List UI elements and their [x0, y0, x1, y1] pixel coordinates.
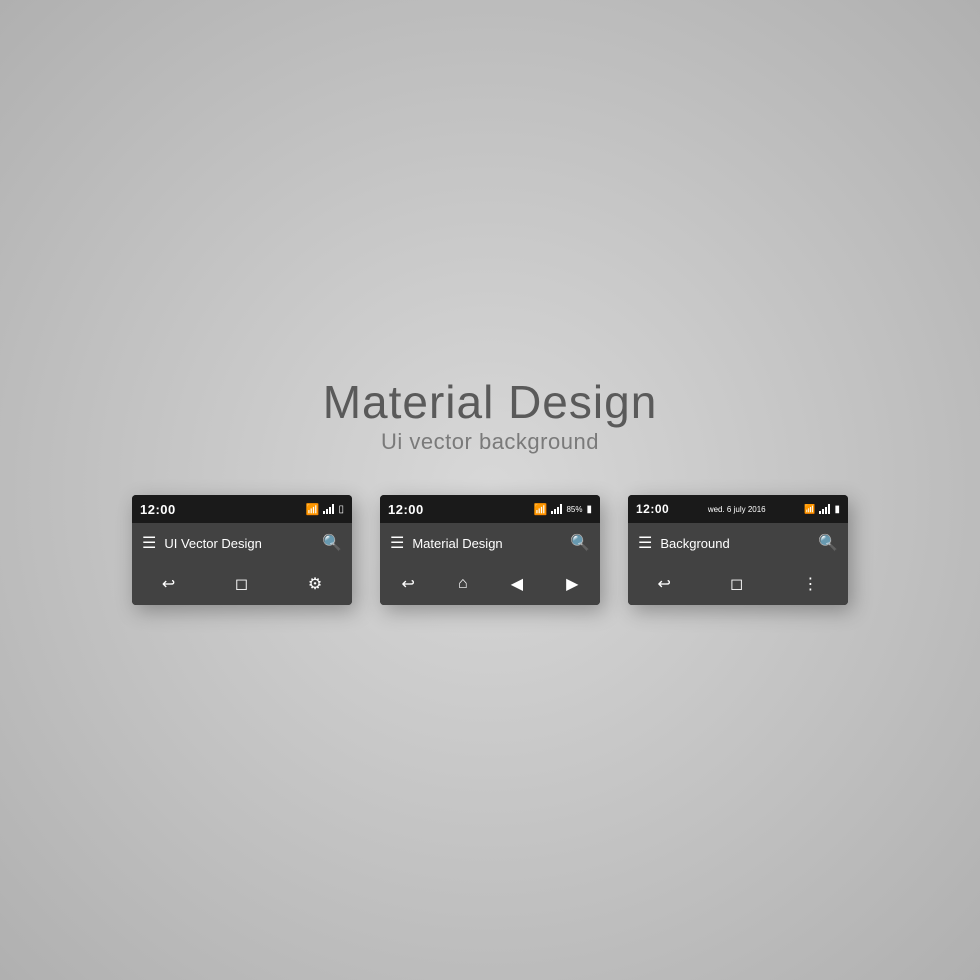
signal-bar-1 — [323, 511, 325, 514]
search-icon-2[interactable]: 🔍 — [570, 533, 590, 553]
signal-bar-2 — [822, 509, 824, 514]
phone-1-nav-bar: ↩ ◻ ⚙ — [132, 563, 352, 605]
signal-bars-icon-3 — [819, 504, 830, 514]
signal-bars-icon — [323, 504, 334, 514]
phone-icon: ▯ — [338, 504, 344, 515]
phones-container: 12:00 📶 ▯ ☰ UI Vector Design 🔍 — [132, 495, 848, 605]
sub-title: Ui vector background — [323, 429, 658, 455]
phone-2-status-bar: 12:00 📶 85% ▮ — [380, 495, 600, 523]
signal-bars-icon-2 — [551, 504, 562, 514]
phone-3-app-bar: ☰ Background 🔍 — [628, 523, 848, 563]
back-icon-3[interactable]: ↩ — [658, 574, 671, 594]
signal-bar-4 — [828, 504, 830, 514]
signal-bar-1 — [819, 511, 821, 514]
back-icon[interactable]: ↩ — [162, 574, 175, 594]
menu-icon[interactable]: ☰ — [142, 533, 156, 553]
search-icon-3[interactable]: 🔍 — [818, 533, 838, 553]
header-section: Material Design Ui vector background — [323, 375, 658, 455]
signal-bar-1 — [551, 511, 553, 514]
home-icon[interactable]: ⌂ — [458, 575, 468, 593]
signal-bar-4 — [332, 504, 334, 514]
signal-bar-2 — [326, 509, 328, 514]
wifi-icon-3: 📶 — [804, 504, 815, 515]
phone-2-app-bar: ☰ Material Design 🔍 — [380, 523, 600, 563]
battery-label: 85% — [566, 505, 582, 514]
settings-icon[interactable]: ⚙ — [308, 574, 322, 594]
phone-2-nav-bar: ↩ ⌂ ◀ ▶ — [380, 563, 600, 605]
phone-3-app-title: Background — [660, 536, 810, 551]
phone-2-app-title: Material Design — [412, 536, 562, 551]
phone-3: 12:00 wed. 6 july 2016 📶 ▮ ☰ Background … — [628, 495, 848, 605]
phone-1: 12:00 📶 ▯ ☰ UI Vector Design 🔍 — [132, 495, 352, 605]
signal-bar-3 — [329, 507, 331, 514]
phone-2-time: 12:00 — [388, 502, 424, 517]
wifi-icon: 📶 — [306, 503, 320, 516]
phone-3-status-bar: 12:00 wed. 6 july 2016 📶 ▮ — [628, 495, 848, 523]
back-icon-2[interactable]: ↩ — [402, 574, 415, 594]
square-icon[interactable]: ◻ — [235, 574, 248, 594]
battery-icon-3: ▮ — [834, 504, 840, 515]
phone-1-time: 12:00 — [140, 502, 176, 517]
signal-bar-4 — [560, 504, 562, 514]
square-icon-3[interactable]: ◻ — [730, 574, 743, 594]
phone-1-status-bar: 12:00 📶 ▯ — [132, 495, 352, 523]
phone-1-app-title: UI Vector Design — [164, 536, 314, 551]
phone-1-status-icons: 📶 ▯ — [306, 503, 344, 516]
phone-1-app-bar: ☰ UI Vector Design 🔍 — [132, 523, 352, 563]
signal-bar-3 — [557, 507, 559, 514]
menu-icon-3[interactable]: ☰ — [638, 533, 652, 553]
phone-3-nav-bar: ↩ ◻ ⋮ — [628, 563, 848, 605]
main-title: Material Design — [323, 375, 658, 429]
phone-3-date: wed. 6 july 2016 — [708, 505, 766, 514]
menu-icon-2[interactable]: ☰ — [390, 533, 404, 553]
phone-3-time: 12:00 — [636, 502, 669, 516]
phone-3-status-icons: 📶 ▮ — [804, 504, 840, 515]
prev-icon[interactable]: ◀ — [511, 574, 523, 594]
battery-icon: ▮ — [586, 504, 592, 515]
wifi-icon-2: 📶 — [534, 503, 548, 516]
signal-bar-3 — [825, 507, 827, 514]
phone-2: 12:00 📶 85% ▮ ☰ Material Design 🔍 — [380, 495, 600, 605]
signal-bar-2 — [554, 509, 556, 514]
search-icon[interactable]: 🔍 — [322, 533, 342, 553]
grid-icon[interactable]: ⋮ — [802, 574, 818, 594]
phone-2-status-icons: 📶 85% ▮ — [534, 503, 592, 516]
next-icon[interactable]: ▶ — [566, 574, 578, 594]
